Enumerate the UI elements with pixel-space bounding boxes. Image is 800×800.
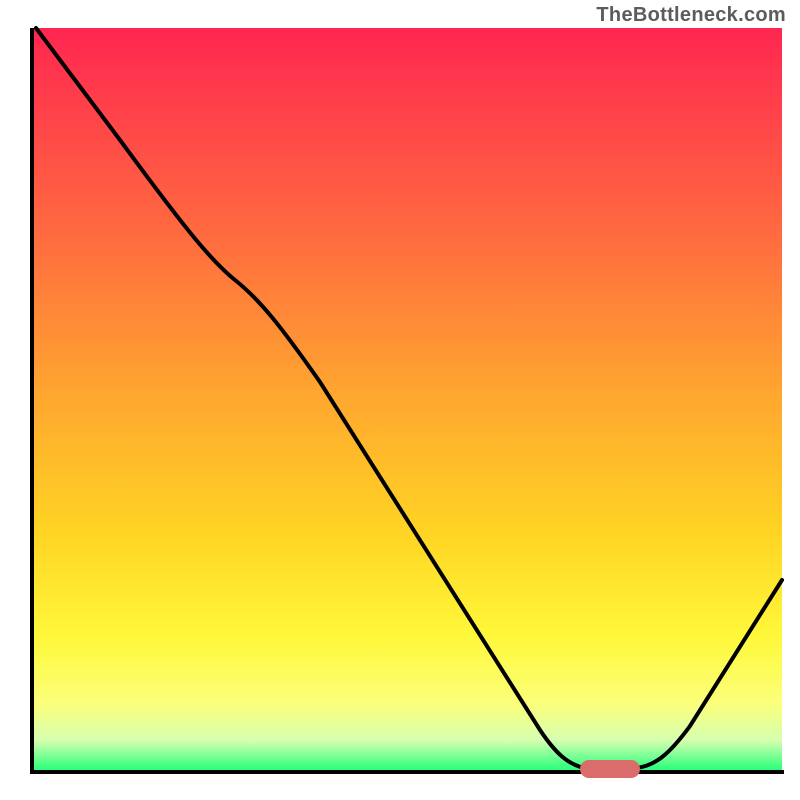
plot-background xyxy=(32,28,782,770)
watermark-text: TheBottleneck.com xyxy=(596,4,786,27)
chart-container: { "watermark": "TheBottleneck.com", "col… xyxy=(0,0,800,800)
optimum-marker xyxy=(580,760,640,778)
chart-svg xyxy=(0,0,800,800)
